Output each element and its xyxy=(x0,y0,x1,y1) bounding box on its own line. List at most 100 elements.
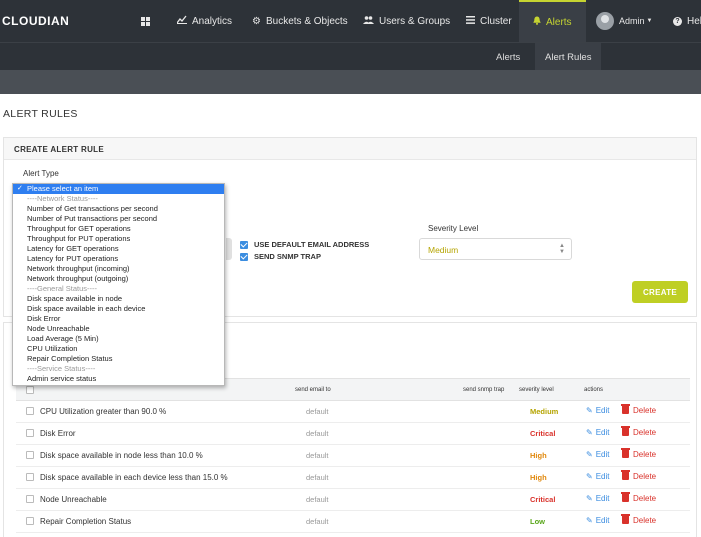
table-row: Node Unreachable default Critical ✎ Edit Dele… xyxy=(16,489,690,511)
chart-line-icon xyxy=(176,15,187,27)
dropdown-group-header: ----General Status---- xyxy=(27,284,98,293)
row-checkbox[interactable] xyxy=(26,407,34,415)
dropdown-option[interactable]: Number of Put transactions per second xyxy=(13,214,224,224)
header-actions: actions xyxy=(584,387,604,393)
edit-label: Edit xyxy=(595,516,610,525)
cloudian-logo[interactable]: CLOUDIAN xyxy=(2,14,69,28)
row-checkbox[interactable] xyxy=(26,473,34,481)
delete-link[interactable]: Delete xyxy=(621,404,657,415)
nav-item-alerts[interactable]: Alerts xyxy=(519,0,586,42)
dropdown-option[interactable]: Network throughput (incoming) xyxy=(13,264,224,274)
edit-link[interactable]: ✎ Edit xyxy=(586,472,610,481)
dropdown-option[interactable]: Throughput for GET operations xyxy=(13,224,224,234)
admin-user-menu[interactable]: Admin ▼ xyxy=(596,0,652,42)
admin-label: Admin xyxy=(619,16,645,26)
nav-item-users-groups[interactable]: Users & Groups xyxy=(363,0,450,42)
delete-link[interactable]: Delete xyxy=(621,514,657,525)
nav-item-label: Analytics xyxy=(192,15,233,27)
rule-name: Node Unreachable xyxy=(40,495,107,504)
dropdown-option[interactable]: Repair Completion Status xyxy=(13,354,224,364)
dropdown-group-header: ----Network Status---- xyxy=(27,194,98,203)
dropdown-option[interactable]: Disk space available in each device xyxy=(13,304,224,314)
dropdown-option[interactable]: Node Unreachable xyxy=(13,324,224,334)
select-all-checkbox[interactable] xyxy=(26,386,34,394)
trash-icon xyxy=(621,404,630,414)
delete-label: Delete xyxy=(633,450,657,459)
row-checkbox[interactable] xyxy=(26,429,34,437)
pencil-icon: ✎ xyxy=(586,428,593,437)
edit-label: Edit xyxy=(595,406,610,415)
nav-item-analytics[interactable]: Analytics xyxy=(176,0,233,42)
nav-item-label: Users & Groups xyxy=(379,15,451,27)
nav-item-buckets-objects[interactable]: ⚙ Buckets & Objects xyxy=(252,0,348,42)
edit-label: Edit xyxy=(595,428,610,437)
delete-label: Delete xyxy=(633,472,657,481)
header-severity: severity level xyxy=(519,387,554,393)
table-row: Disk Error default Critical ✎ Edit Delete xyxy=(16,423,690,445)
rule-name: CPU Utilization greater than 90.0 % xyxy=(40,407,167,416)
edit-link[interactable]: ✎ Edit xyxy=(586,494,610,503)
send-snmp-trap-checkbox[interactable]: SEND SNMP TRAP xyxy=(240,252,321,261)
avatar xyxy=(596,12,614,30)
gear-icon: ⚙ xyxy=(252,15,261,27)
top-nav-bar: CLOUDIAN Analytics ⚙ Buckets & Objects U… xyxy=(0,0,701,42)
trash-icon xyxy=(621,514,630,524)
dropdown-option[interactable]: CPU Utilization xyxy=(13,344,224,354)
row-checkbox[interactable] xyxy=(26,517,34,525)
dropdown-option[interactable]: Latency for PUT operations xyxy=(13,254,224,264)
dropdown-option[interactable]: Admin service status xyxy=(13,374,224,384)
dropdown-option[interactable]: Latency for GET operations xyxy=(13,244,224,254)
nav-item-label: Alerts xyxy=(546,16,572,28)
dropdown-option[interactable]: Throughput for PUT operations xyxy=(13,234,224,244)
use-default-email-checkbox[interactable]: USE DEFAULT EMAIL ADDRESS xyxy=(240,240,369,249)
nav-item-label: Help xyxy=(687,15,701,27)
dropdown-option[interactable]: Please select an item xyxy=(13,184,224,194)
dropdown-option[interactable]: Disk space available in node xyxy=(13,294,224,304)
delete-link[interactable]: Delete xyxy=(621,426,657,437)
delete-link[interactable]: Delete xyxy=(621,470,657,481)
rule-email: default xyxy=(306,429,329,438)
edit-label: Edit xyxy=(595,494,610,503)
rule-email: default xyxy=(306,495,329,504)
alert-type-dropdown[interactable]: Please select an item----Network Status-… xyxy=(12,183,225,386)
edit-link[interactable]: ✎ Edit xyxy=(586,428,610,437)
table-row: Repair Completion Status default Low ✎ Edit D… xyxy=(16,511,690,533)
row-checkbox[interactable] xyxy=(26,451,34,459)
header-send-snmp: send snmp trap xyxy=(463,387,505,393)
dropdown-option[interactable]: Load Average (5 Min) xyxy=(13,334,224,344)
delete-link[interactable]: Delete xyxy=(621,448,657,459)
edit-link[interactable]: ✎ Edit xyxy=(586,516,610,525)
nav-item-cluster[interactable]: Cluster xyxy=(466,0,512,42)
checkbox-checked-icon xyxy=(240,240,248,249)
delete-label: Delete xyxy=(633,406,657,415)
rule-email: default xyxy=(306,451,329,460)
delete-label: Delete xyxy=(633,516,657,525)
dropdown-option[interactable]: Number of Get transactions per second xyxy=(13,204,224,214)
rule-email: default xyxy=(306,407,329,416)
nav-item-help[interactable]: ? Help xyxy=(673,0,701,42)
delete-label: Delete xyxy=(633,428,657,437)
header-send-email: send email to xyxy=(295,387,331,393)
rule-severity: High xyxy=(530,451,547,460)
edit-label: Edit xyxy=(595,450,610,459)
edit-link[interactable]: ✎ Edit xyxy=(586,450,610,459)
rule-severity: Critical xyxy=(530,429,556,438)
dropdown-option[interactable]: Disk Error xyxy=(13,314,224,324)
rule-severity: Medium xyxy=(530,407,559,416)
create-button[interactable]: CREATE xyxy=(632,281,688,303)
rule-severity: High xyxy=(530,473,547,482)
dashboard-grid-icon[interactable] xyxy=(141,0,150,42)
trash-icon xyxy=(621,492,630,502)
severity-level-select[interactable]: Medium ▲ ▼ xyxy=(419,238,572,260)
edit-link[interactable]: ✎ Edit xyxy=(586,406,610,415)
send-snmp-trap-label: SEND SNMP TRAP xyxy=(254,252,321,261)
pencil-icon: ✎ xyxy=(586,406,593,415)
rule-email: default xyxy=(306,517,329,526)
row-checkbox[interactable] xyxy=(26,495,34,503)
select-arrows-icon: ▲ ▼ xyxy=(559,243,565,255)
subnav-item-alert-rules[interactable]: Alert Rules xyxy=(535,43,602,71)
delete-link[interactable]: Delete xyxy=(621,492,656,503)
subnav-item-alerts[interactable]: Alerts xyxy=(496,43,520,71)
severity-level-label: Severity Level xyxy=(428,224,479,233)
dropdown-option[interactable]: Network throughput (outgoing) xyxy=(13,274,224,284)
